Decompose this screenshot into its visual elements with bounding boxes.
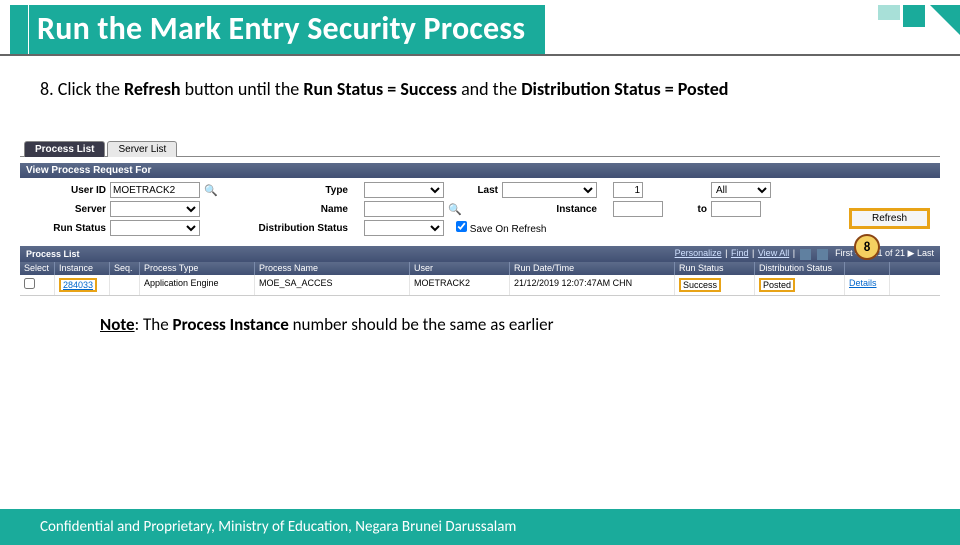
note-text: Note: The Process Instance number should… (100, 314, 920, 335)
slide-decoration (740, 5, 960, 35)
dist-status-label: Distribution Status (248, 223, 348, 234)
row-select-checkbox[interactable] (24, 278, 35, 289)
server-label: Server (26, 204, 106, 215)
process-type-cell: Application Engine (140, 275, 255, 295)
save-on-refresh-checkbox[interactable] (456, 221, 467, 232)
instance-to-field[interactable] (711, 201, 761, 217)
last-select[interactable] (502, 182, 597, 198)
tab-bar: Process List Server List (24, 141, 940, 157)
name-label: Name (248, 204, 348, 215)
type-select[interactable] (364, 182, 444, 198)
download-icon[interactable] (817, 249, 828, 260)
lookup-icon[interactable]: 🔍 (448, 203, 498, 216)
run-status-label: Run Status (26, 223, 106, 234)
page-title: Run the Mark Entry Security Process (29, 5, 545, 54)
table-header: Select Instance Seq. Process Type Proces… (20, 262, 940, 276)
dist-status-select[interactable] (364, 220, 444, 236)
user-id-label: User ID (26, 185, 106, 196)
instance-from-field[interactable] (613, 201, 663, 217)
tab-server-list[interactable]: Server List (107, 141, 177, 157)
user-id-field[interactable] (110, 182, 200, 198)
name-field[interactable] (364, 201, 444, 217)
process-monitor-app: Process List Server List View Process Re… (20, 141, 940, 296)
find-link[interactable]: Find (731, 248, 749, 258)
dist-status-cell: Posted (759, 278, 795, 292)
lookup-icon[interactable]: 🔍 (204, 184, 244, 197)
user-cell: MOETRACK2 (410, 275, 510, 295)
view-all-link[interactable]: View All (758, 248, 789, 258)
process-list-toolbar: Process List Personalize | Find | View A… (20, 246, 940, 261)
last-unit-select[interactable]: All (711, 182, 771, 198)
to-label: to (677, 204, 707, 215)
server-select[interactable] (110, 201, 200, 217)
filter-section-header: View Process Request For (20, 163, 940, 178)
step-instruction: 8. Click the Refresh button until the Ru… (40, 78, 920, 101)
save-on-refresh-label: Save On Refresh (470, 224, 547, 235)
datetime-cell: 21/12/2019 12:07:47AM CHN (510, 275, 675, 295)
process-name-cell: MOE_SA_ACCES (255, 275, 410, 295)
instance-label: Instance (502, 204, 597, 215)
personalize-link[interactable]: Personalize (675, 248, 722, 258)
refresh-button[interactable]: Refresh (849, 208, 930, 229)
tab-process-list[interactable]: Process List (24, 141, 105, 157)
run-status-cell: Success (679, 278, 721, 292)
run-status-select[interactable] (110, 220, 200, 236)
details-link[interactable]: Details (849, 278, 877, 288)
grid-icon[interactable] (800, 249, 811, 260)
type-label: Type (248, 185, 348, 196)
instance-cell[interactable]: 284033 (59, 278, 97, 292)
last-label: Last (448, 185, 498, 196)
table-row: 284033 Application Engine MOE_SA_ACCES M… (20, 275, 940, 296)
last-count-field[interactable] (613, 182, 643, 198)
